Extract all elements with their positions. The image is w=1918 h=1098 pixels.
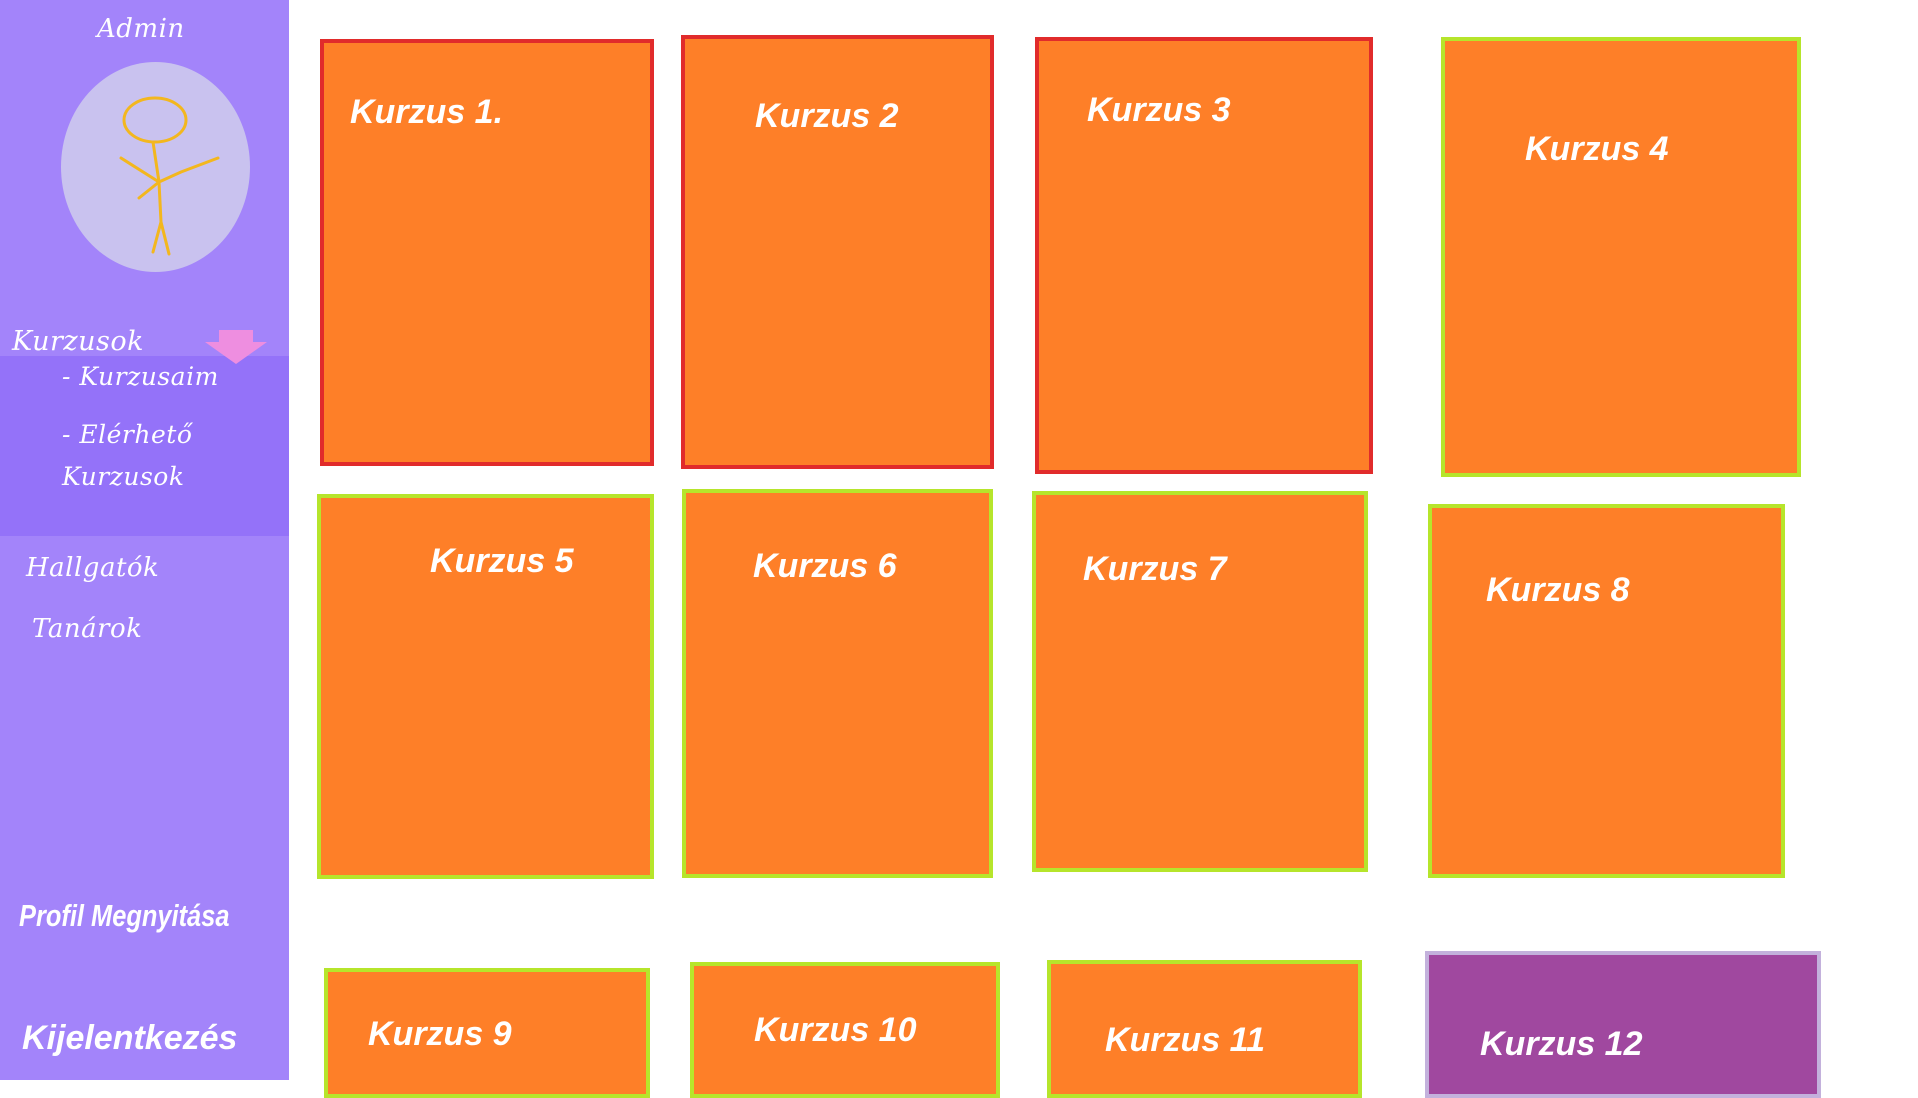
course-card[interactable]: Kurzus 5 bbox=[317, 494, 654, 879]
course-title: Kurzus 10 bbox=[754, 1011, 917, 1049]
course-title: Kurzus 12 bbox=[1480, 1025, 1643, 1063]
course-title: Kurzus 6 bbox=[753, 547, 897, 585]
course-title: Kurzus 2 bbox=[755, 97, 899, 135]
course-title: Kurzus 4 bbox=[1525, 130, 1669, 168]
course-title: Kurzus 9 bbox=[368, 1015, 512, 1053]
arrow-down-icon[interactable] bbox=[205, 330, 267, 364]
course-card[interactable]: Kurzus 9 bbox=[324, 968, 650, 1098]
sidebar-subitem-elerheto-kurzusok[interactable]: - Elérhető Kurzusok bbox=[62, 414, 252, 498]
course-card[interactable]: Kurzus 11 bbox=[1047, 960, 1362, 1098]
course-card[interactable]: Kurzus 7 bbox=[1032, 491, 1368, 872]
course-card[interactable]: Kurzus 3 bbox=[1035, 37, 1373, 474]
course-card[interactable]: Kurzus 1. bbox=[320, 39, 654, 466]
course-card[interactable]: Kurzus 2 bbox=[681, 35, 994, 469]
admin-title: Admin bbox=[97, 14, 185, 44]
course-title: Kurzus 8 bbox=[1486, 571, 1630, 609]
sidebar-item-kurzusok[interactable]: Kurzusok bbox=[12, 326, 144, 357]
stick-figure-icon bbox=[119, 96, 220, 256]
course-title: Kurzus 11 bbox=[1105, 1021, 1265, 1059]
logout-link[interactable]: Kijelentkezés bbox=[22, 1019, 237, 1058]
course-title: Kurzus 1. bbox=[350, 93, 504, 131]
course-title: Kurzus 7 bbox=[1083, 550, 1227, 588]
course-title: Kurzus 3 bbox=[1087, 91, 1231, 129]
course-card[interactable]: Kurzus 8 bbox=[1428, 504, 1785, 878]
sidebar: Admin Kurzusok - Kurzusaim - Elérhető Ku… bbox=[0, 0, 289, 1080]
sidebar-item-hallgatok[interactable]: Hallgatók bbox=[26, 553, 159, 583]
sidebar-subitem-kurzusaim[interactable]: - Kurzusaim bbox=[62, 362, 219, 391]
course-card-highlighted[interactable]: Kurzus 12 bbox=[1425, 951, 1821, 1098]
profile-link[interactable]: Profil Megnyitása bbox=[19, 898, 229, 934]
course-card[interactable]: Kurzus 4 bbox=[1441, 37, 1801, 477]
course-card[interactable]: Kurzus 6 bbox=[682, 489, 993, 878]
sidebar-item-tanarok[interactable]: Tanárok bbox=[32, 614, 142, 644]
avatar[interactable] bbox=[61, 62, 250, 272]
course-card[interactable]: Kurzus 10 bbox=[690, 962, 1000, 1098]
course-title: Kurzus 5 bbox=[430, 542, 574, 580]
